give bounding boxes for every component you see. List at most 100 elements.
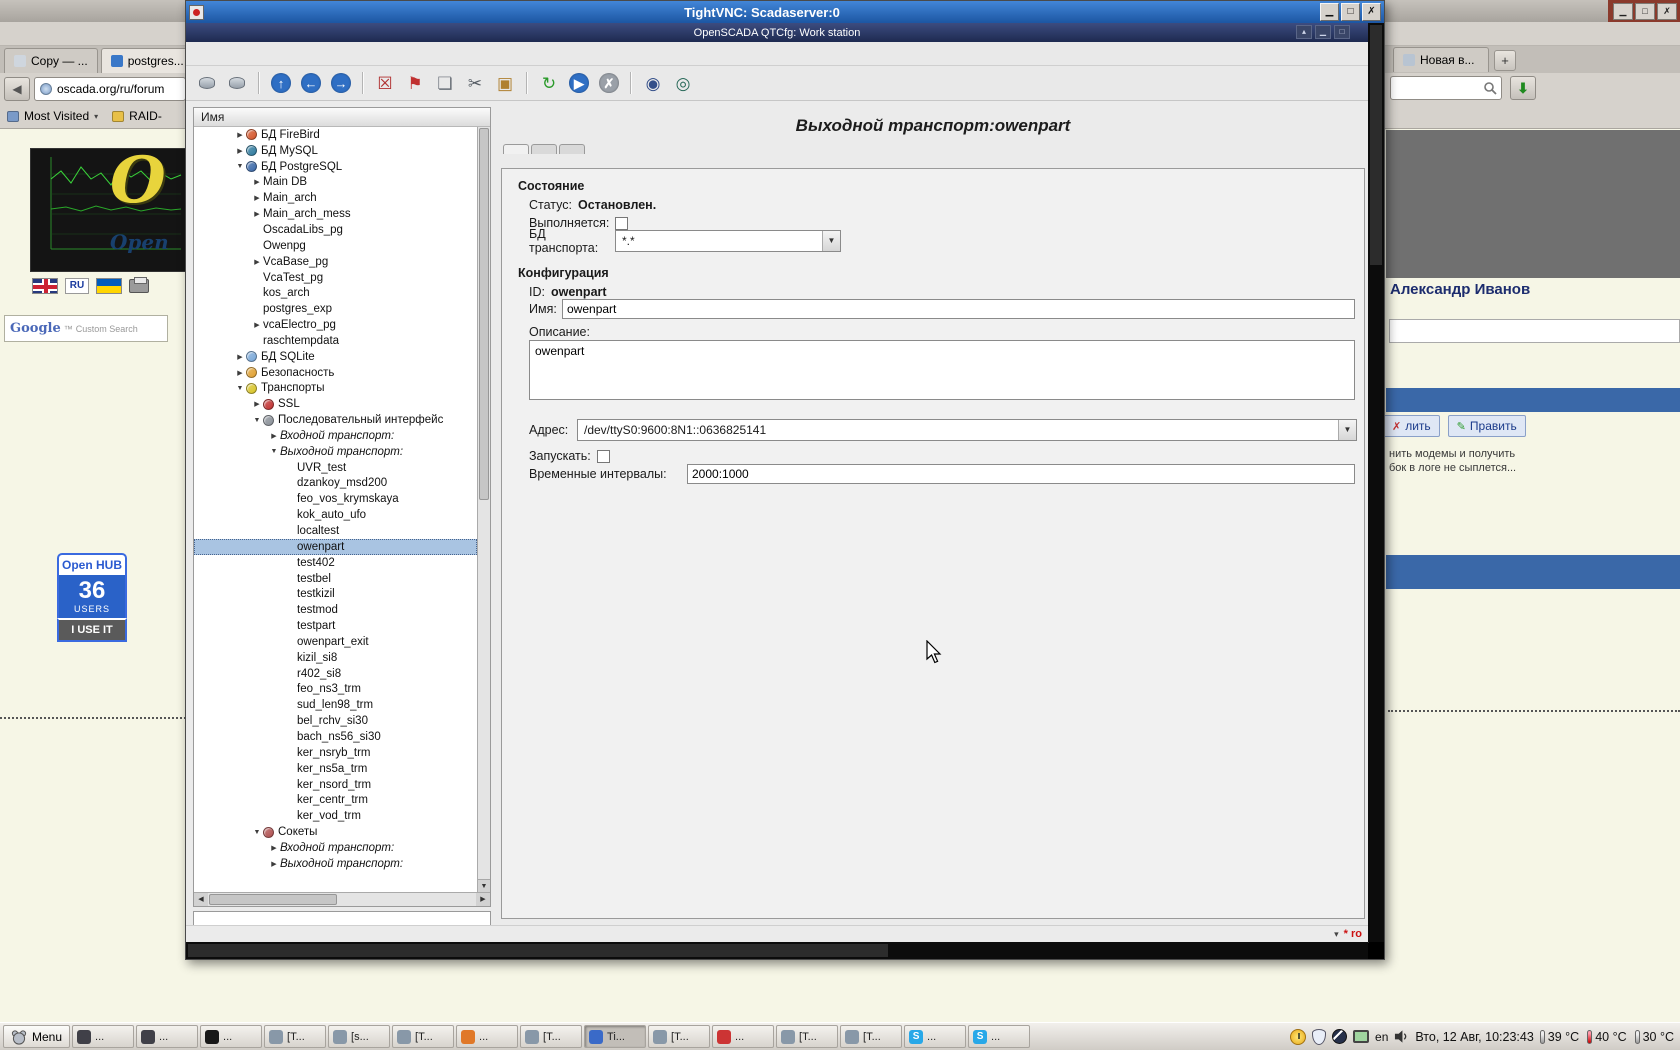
tree-expand-arrow[interactable]: ▶ <box>268 844 280 852</box>
tree-expand-arrow[interactable]: ▶ <box>234 131 246 139</box>
tree-expand-arrow[interactable]: ▶ <box>251 400 263 408</box>
bookmark-item[interactable]: RAID- <box>112 109 167 123</box>
tree-item[interactable]: r402_si8 <box>194 666 477 682</box>
search-next-button[interactable]: ◎ <box>669 69 697 97</box>
taskbar-window-button[interactable]: [s... <box>328 1025 390 1048</box>
tree-expand-arrow[interactable]: ▶ <box>268 432 280 440</box>
tree-expand-arrow[interactable]: ▼ <box>251 417 263 424</box>
menu-item[interactable] <box>40 31 58 37</box>
tree-expand-arrow[interactable]: ▼ <box>251 829 263 836</box>
tree-item[interactable]: ker_centr_trm <box>194 792 477 808</box>
tree-item[interactable]: ▶ Входной транспорт: <box>194 428 477 444</box>
ua-flag-icon[interactable] <box>96 278 122 294</box>
shield-tray-icon[interactable] <box>1312 1029 1326 1045</box>
scroll-right-button[interactable]: ▶ <box>476 893 490 906</box>
tree-item[interactable]: ▶ БД FireBird <box>194 127 477 143</box>
search-button[interactable]: ◉ <box>639 69 667 97</box>
back-button[interactable]: ◀ <box>4 77 30 101</box>
back-button[interactable]: ← <box>297 69 325 97</box>
tree-expand-arrow[interactable]: ▶ <box>251 178 263 186</box>
tree-item[interactable]: ▶ SSL <box>194 396 477 412</box>
taskbar-window-button[interactable]: [T... <box>392 1025 454 1048</box>
tree-expand-arrow[interactable]: ▼ <box>268 448 280 455</box>
taskbar-window-button[interactable]: [T... <box>776 1025 838 1048</box>
vnc-horizontal-scrollbar[interactable] <box>186 942 1368 959</box>
tree-item[interactable]: ker_nsryb_trm <box>194 745 477 761</box>
delete-button[interactable]: ✗ лить <box>1383 415 1440 437</box>
chevron-down-icon[interactable]: ▼ <box>822 231 840 251</box>
window-button[interactable]: □ <box>1341 3 1360 21</box>
tree-item[interactable]: ▶ Входной транспорт: <box>194 840 477 856</box>
tab[interactable] <box>531 144 557 154</box>
scrollbar-thumb[interactable] <box>479 128 489 500</box>
menu-item[interactable] <box>262 51 280 57</box>
tree-item[interactable]: ▶ Main DB <box>194 175 477 191</box>
google-search-box[interactable]: Google ™ Custom Search <box>4 315 168 342</box>
remove-item-button[interactable]: ⚑ <box>401 69 429 97</box>
tree-item[interactable]: owenpart_exit <box>194 634 477 650</box>
taskbar-window-button[interactable]: [T... <box>648 1025 710 1048</box>
volume-icon[interactable] <box>1394 1029 1409 1044</box>
menu-item[interactable] <box>4 31 22 37</box>
paste-button[interactable]: ▣ <box>491 69 519 97</box>
browser-tab[interactable]: Copy — ... <box>4 48 98 73</box>
taskbar-window-button[interactable]: ... <box>456 1025 518 1048</box>
scrollbar-thumb[interactable] <box>209 894 337 905</box>
tree-item[interactable]: testmod <box>194 602 477 618</box>
clear-item-button[interactable]: ☒ <box>371 69 399 97</box>
cut-button[interactable]: ✂ <box>461 69 489 97</box>
tree-item[interactable]: ker_vod_trm <box>194 808 477 824</box>
tree-item[interactable]: ▼ Сокеты <box>194 824 477 840</box>
load-db-button[interactable] <box>193 69 221 97</box>
tree-item[interactable]: ▼ Последовательный интерфейс <box>194 412 477 428</box>
tree-item[interactable]: dzankoy_msd200 <box>194 476 477 492</box>
tree-item[interactable]: feo_vos_krymskaya <box>194 491 477 507</box>
address-combobox[interactable]: /dev/ttyS0:9600:8N1::0636825141 ▼ <box>577 419 1357 441</box>
tree-item[interactable]: owenpart <box>194 539 477 555</box>
tree-expand-arrow[interactable]: ▶ <box>251 321 263 329</box>
window-button[interactable]: ▴ <box>1296 25 1312 39</box>
window-button[interactable]: ✗ <box>1657 3 1677 20</box>
autostart-checkbox[interactable] <box>597 450 610 463</box>
tab[interactable] <box>503 144 529 154</box>
tree-item[interactable]: testpart <box>194 618 477 634</box>
new-tab-button[interactable]: + <box>1494 50 1516 71</box>
taskbar-window-button[interactable]: S ... <box>968 1025 1030 1048</box>
taskbar-window-button[interactable]: [T... <box>840 1025 902 1048</box>
browser-tab-new[interactable]: Новая в... <box>1393 47 1489 72</box>
tree-item[interactable]: ▶ Безопасность <box>194 365 477 381</box>
tree-horizontal-scrollbar[interactable]: ◀ ▶ <box>194 892 490 906</box>
tree-expand-arrow[interactable]: ▶ <box>234 147 246 155</box>
window-button[interactable]: □ <box>1635 3 1655 20</box>
uk-flag-icon[interactable] <box>32 278 58 294</box>
clock-display[interactable]: Вто, 12 Авг, 10:23:43 <box>1415 1030 1533 1044</box>
scroll-down-button[interactable]: ▼ <box>478 879 490 892</box>
ru-flag-icon[interactable]: RU <box>65 278 89 294</box>
running-checkbox[interactable] <box>615 217 628 230</box>
tree-item[interactable]: ▶ Выходной транспорт: <box>194 856 477 872</box>
tree-item[interactable]: testkizil <box>194 586 477 602</box>
network-monitor-icon[interactable] <box>1353 1030 1369 1043</box>
window-button[interactable]: □ <box>1334 25 1350 39</box>
tree-item[interactable]: testbel <box>194 571 477 587</box>
taskbar-window-button[interactable]: S ... <box>904 1025 966 1048</box>
tree-item[interactable]: UVR_test <box>194 460 477 476</box>
menu-item[interactable] <box>244 51 262 57</box>
tree-expand-arrow[interactable]: ▶ <box>251 210 263 218</box>
taskbar-window-button[interactable]: ... <box>72 1025 134 1048</box>
scrollbar-thumb[interactable] <box>1370 25 1382 265</box>
tree-item[interactable]: ▶ БД MySQL <box>194 143 477 159</box>
tree-item[interactable]: localtest <box>194 523 477 539</box>
tree-item[interactable]: Owenpg <box>194 238 477 254</box>
up-level-button[interactable]: ↑ <box>267 69 295 97</box>
window-button[interactable]: ✗ <box>1362 3 1381 21</box>
taskbar-window-button[interactable]: ... <box>136 1025 198 1048</box>
timings-input[interactable] <box>687 464 1355 484</box>
scroll-left-button[interactable]: ◀ <box>194 893 208 906</box>
description-textarea[interactable]: owenpart <box>529 340 1355 400</box>
save-db-button[interactable] <box>223 69 251 97</box>
applications-menu-button[interactable]: Menu <box>3 1025 70 1048</box>
window-button[interactable]: ▁ <box>1315 25 1331 39</box>
tree-item[interactable]: OscadaLibs_pg <box>194 222 477 238</box>
tree-expand-arrow[interactable]: ▶ <box>234 369 246 377</box>
